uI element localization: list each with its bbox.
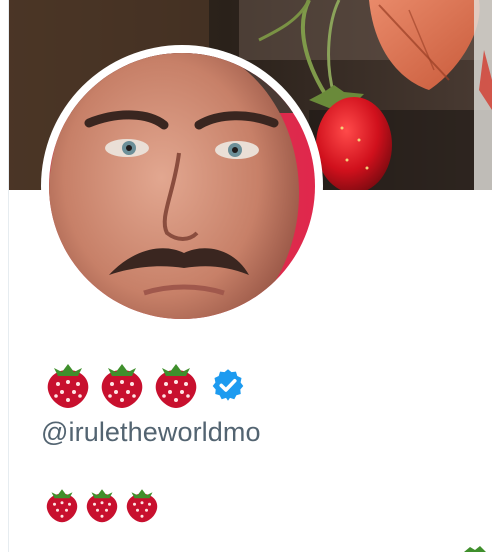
strawberry-icon [126,489,158,523]
strawberry-icon [47,364,89,408]
display-name [44,358,246,412]
profile-handle: @iruletheworldmo [41,417,261,447]
strawberry-icon [101,364,143,408]
strawberry-icon [86,489,118,523]
profile-bio [44,486,160,524]
profile-page: @iruletheworldmo [0,0,492,552]
strawberry-leaf-icon [464,546,486,552]
avatar[interactable] [49,53,315,319]
avatar-border [41,45,323,327]
strawberry-icon [46,489,78,523]
verified-badge-icon[interactable] [210,367,246,403]
strawberry-icon [155,364,197,408]
